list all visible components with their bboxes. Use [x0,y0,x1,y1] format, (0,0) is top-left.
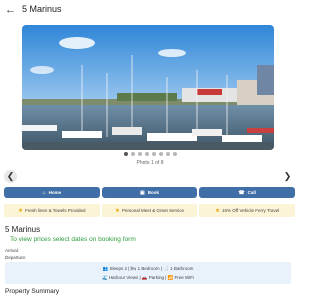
book-button-label: Book [147,190,159,195]
star-icon: ★ [115,207,120,214]
departure-label: Departure: [5,255,27,260]
gallery-dot[interactable] [130,152,135,156]
feature-label: Personal Meet & Greet Service [121,208,184,213]
feature-label: Fresh linen & Towels Provided [25,208,86,213]
chevron-right-icon[interactable]: ❯ [281,170,294,183]
action-buttons: ⌂ Home ▣ Book ☎ Call [4,187,296,198]
book-icon: ▣ [140,189,145,196]
call-button[interactable]: ☎ Call [199,187,296,198]
arrow-left-icon[interactable]: ← [5,4,17,16]
page-title: 5 Marinus [22,4,62,14]
star-icon: ★ [215,207,221,214]
gallery-dot[interactable] [151,152,156,156]
price-prompt-link[interactable]: To view prices select dates on booking f… [10,236,136,243]
home-button[interactable]: ⌂ Home [4,187,100,198]
feature-badge: ★ 15% Off Vehicle Ferry Travel [199,204,296,217]
gallery-dots[interactable] [0,152,300,156]
amenities-line-2: 🌊 Harbour Views | 🚗 Parking | 📶 Free WiF… [101,275,195,280]
call-button-label: Call [247,190,256,195]
amenities-line-1: 👥 Sleeps 2 | 🛏 1 Bedroom | 🛁 1 Bathroom [102,266,194,271]
gallery-dot[interactable] [158,152,163,156]
chevron-left-icon[interactable]: ❮ [4,170,17,183]
arrival-label: Arrival: [5,248,20,253]
star-icon: ★ [18,207,24,214]
phone-icon: ☎ [238,189,245,196]
gallery-dot[interactable] [137,152,142,156]
gallery-dot[interactable] [144,152,149,156]
property-summary-heading: Property Summary [5,288,60,295]
top-bar: ← 5 Marinus [0,0,300,22]
gallery-dot[interactable] [123,152,128,156]
gallery-dot[interactable] [165,152,170,156]
book-button[interactable]: ▣ Book [101,187,198,198]
property-name: 5 Marinus [5,225,41,234]
feature-badge: ★ Personal Meet & Greet Service [101,204,198,217]
photo-counter: Photo 1 of 8 [136,160,164,166]
gallery-dot[interactable] [172,152,177,156]
home-button-label: Home [48,190,62,195]
feature-badges: ★ Fresh linen & Towels Provided ★ Person… [4,204,296,217]
feature-label: 15% Off Vehicle Ferry Travel [222,208,280,213]
amenities-box: 👥 Sleeps 2 | 🛏 1 Bedroom | 🛁 1 Bathroom … [5,262,291,284]
property-photo[interactable] [22,25,274,150]
feature-badge: ★ Fresh linen & Towels Provided [4,204,100,217]
home-icon: ⌂ [42,189,46,196]
